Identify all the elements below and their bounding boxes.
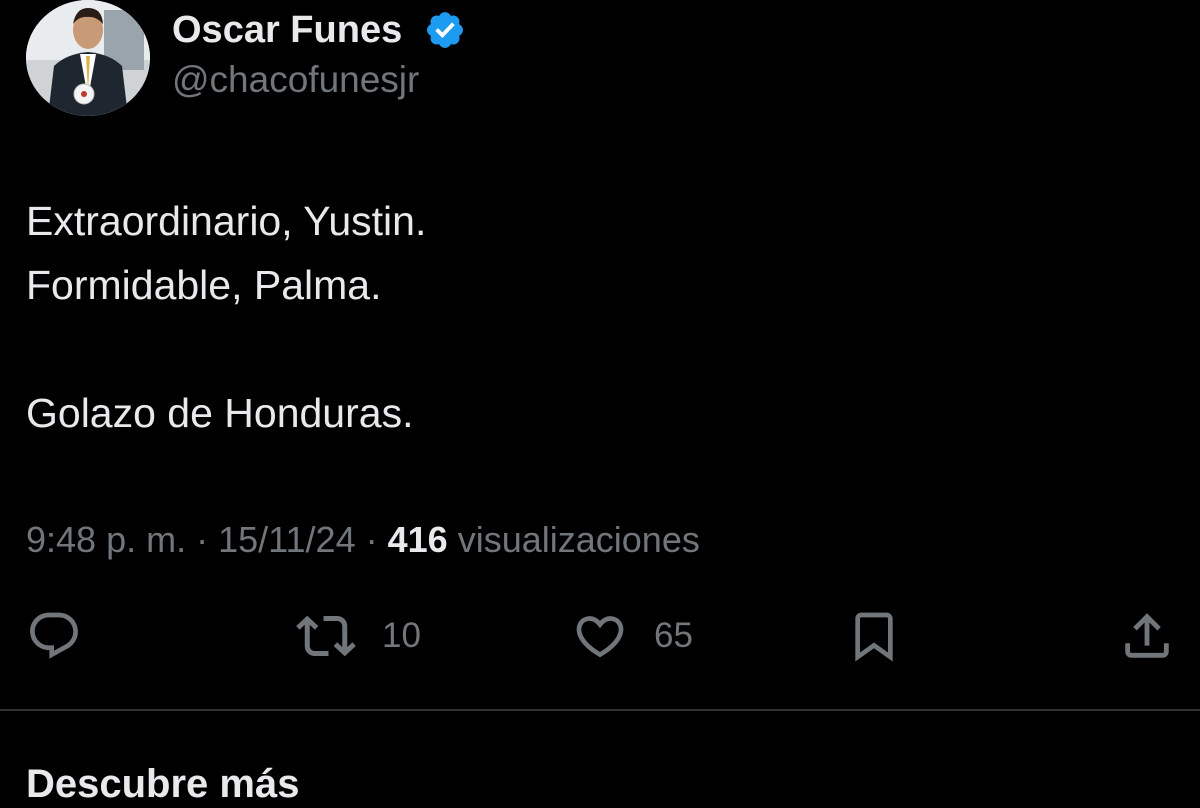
avatar-photo — [26, 0, 150, 116]
views-label: visualizaciones — [457, 519, 700, 560]
like-count: 65 — [654, 616, 693, 655]
share-icon — [1125, 613, 1169, 658]
reply-icon — [30, 612, 78, 659]
repost-button[interactable]: 10 — [296, 606, 421, 666]
tweet-text: Extraordinario, Yustin. Formidable, Palm… — [26, 189, 426, 445]
tweet-line: Golazo de Honduras. — [26, 390, 414, 436]
author-handle[interactable]: @chacofunesjr — [172, 58, 419, 102]
like-button[interactable]: 65 — [572, 606, 693, 666]
tweet-date[interactable]: 15/11/24 — [218, 519, 355, 560]
meta-separator: · — [365, 519, 378, 560]
meta-separator: · — [196, 519, 209, 560]
repost-icon — [296, 615, 356, 657]
author-name[interactable]: Oscar Funes — [172, 8, 402, 52]
bookmark-icon — [855, 612, 893, 662]
section-title: Descubre más — [26, 762, 300, 806]
share-button[interactable] — [1118, 606, 1176, 666]
repost-count: 10 — [382, 616, 421, 655]
reply-button[interactable] — [26, 606, 82, 666]
tweet-meta: 9:48 p. m. · 15/11/24 · 416 visualizacio… — [26, 518, 700, 562]
heart-icon — [576, 616, 624, 658]
avatar[interactable] — [26, 0, 150, 116]
divider — [0, 709, 1200, 711]
tweet-line: Formidable, Palma. — [26, 262, 382, 308]
verified-badge-icon — [424, 9, 466, 51]
bookmark-button[interactable] — [846, 606, 902, 666]
views-count: 416 — [387, 519, 448, 560]
tweet-time[interactable]: 9:48 p. m. — [26, 519, 186, 560]
tweet-line: Extraordinario, Yustin. — [26, 198, 427, 244]
tweet-line — [26, 317, 426, 381]
